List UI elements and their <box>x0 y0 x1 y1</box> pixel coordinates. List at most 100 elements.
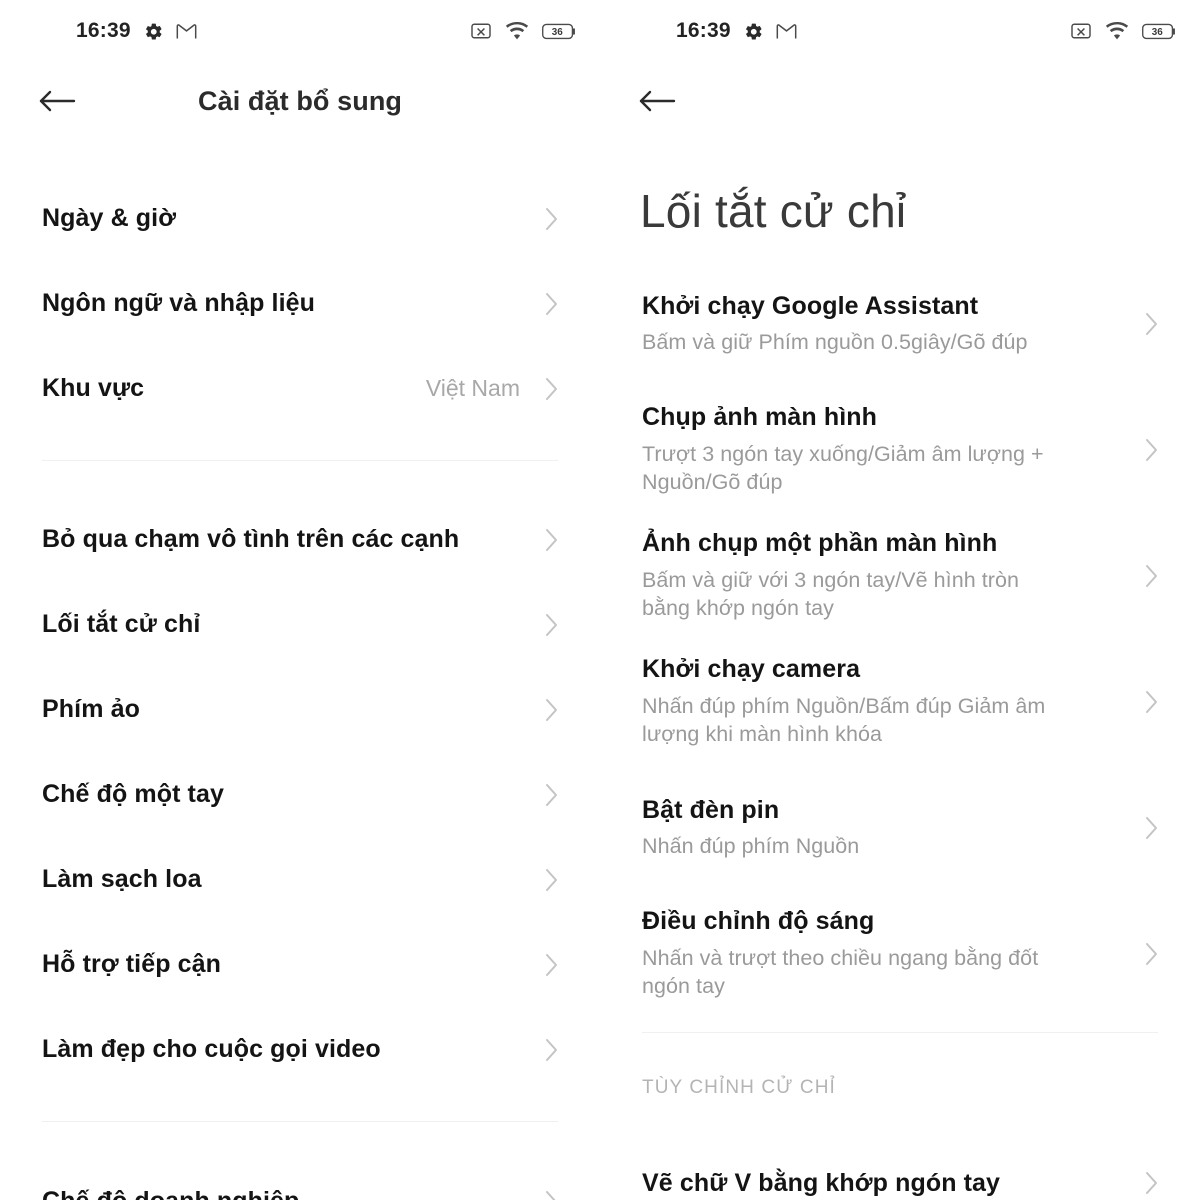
list-item-bo-qua-cham-vo-tinh[interactable]: Bỏ qua chạm vô tình trên các cạnh <box>0 497 600 582</box>
chevron-right-icon <box>538 1189 560 1200</box>
chevron-right-icon <box>1138 1170 1160 1196</box>
back-button[interactable] <box>624 88 690 114</box>
status-bar-clock: 16:39 <box>76 19 131 42</box>
list-item-text: Vẽ chữ V bằng khớp ngón tay <box>642 1168 1138 1199</box>
list-item-title: Bỏ qua chạm vô tình trên các cạnh <box>42 525 460 554</box>
list-item-khoi-chay-google-assistant[interactable]: Khởi chạy Google Assistant Bấm và giữ Ph… <box>600 274 1200 374</box>
list-item-subtitle: Bấm và giữ Phím nguồn 0.5giây/Gõ đúp <box>642 330 1028 355</box>
chevron-right-icon <box>538 612 560 638</box>
section-header-custom-gestures: TÙY CHỈNH CỬ CHỈ <box>642 1076 836 1098</box>
page-title: Cài đặt bổ sung <box>198 85 402 116</box>
list-item-text: Ảnh chụp một phần màn hình Bấm và giữ vớ… <box>642 528 1138 623</box>
list-item-text: Chế độ một tay <box>42 779 538 810</box>
list-item-title: Ảnh chụp một phần màn hình <box>642 529 998 558</box>
chevron-right-icon <box>538 206 560 232</box>
gmail-icon <box>176 23 197 40</box>
list-item-dieu-chinh-do-sang[interactable]: Điều chỉnh độ sáng Nhấn và trượt theo ch… <box>600 904 1200 1004</box>
chevron-right-icon <box>538 782 560 808</box>
status-bar-left-cluster: 16:39 <box>76 19 197 43</box>
list-item-khu-vuc[interactable]: Khu vực Việt Nam <box>0 346 600 431</box>
list-item-khoi-chay-camera[interactable]: Khởi chạy camera Nhấn đúp phím Nguồn/Bấm… <box>600 652 1200 752</box>
app-bar-left: Cài đặt bổ sung <box>0 62 600 140</box>
back-button[interactable] <box>24 88 90 114</box>
list-item-text: Ngày & giờ <box>42 203 538 234</box>
list-item-title: Chụp ảnh màn hình <box>642 403 878 432</box>
battery-level-text: 36 <box>552 27 563 38</box>
list-item-title: Chế độ doanh nghiệp <box>42 1186 538 1200</box>
list-item-title: Ngôn ngữ và nhập liệu <box>42 289 315 318</box>
list-item-phim-ao[interactable]: Phím ảo <box>0 667 600 752</box>
chevron-right-icon <box>1138 689 1160 715</box>
chevron-right-icon <box>538 527 560 553</box>
list-item-title: Làm đẹp cho cuộc gọi video <box>42 1035 381 1064</box>
list-item-che-do-doanh-nghiep[interactable]: Chế độ doanh nghiệp <box>0 1159 600 1200</box>
list-item-text: Chế độ doanh nghiệp <box>42 1186 538 1200</box>
list-item-title: Chế độ một tay <box>42 780 224 809</box>
list-item-ngay-gio[interactable]: Ngày & giờ <box>0 176 600 261</box>
gesture-shortcut-list: Khởi chạy Google Assistant Bấm và giữ Ph… <box>600 237 1200 1200</box>
battery-icon: 36 <box>542 22 578 41</box>
list-item-loi-tat-cu-chi[interactable]: Lối tắt cử chỉ <box>0 582 600 667</box>
list-item-che-do-mot-tay[interactable]: Chế độ một tay <box>0 752 600 837</box>
no-sim-icon <box>1070 22 1092 40</box>
list-item-text: Ngôn ngữ và nhập liệu <box>42 288 538 319</box>
chevron-right-icon <box>538 952 560 978</box>
battery-icon: 36 <box>1142 22 1178 41</box>
list-item-title: Vẽ chữ V bằng khớp ngón tay <box>642 1168 1001 1197</box>
status-bar-clock: 16:39 <box>676 19 731 42</box>
list-item-subtitle: Nhấn đúp phím Nguồn/Bấm đúp Giảm âm lượn… <box>642 693 1046 747</box>
list-item-value: Việt Nam <box>425 375 520 401</box>
wifi-icon <box>1105 21 1129 41</box>
gear-icon <box>743 21 764 42</box>
list-item-text: Điều chỉnh độ sáng Nhấn và trượt theo ch… <box>642 906 1138 1001</box>
status-bar-right-cluster: 36 <box>1070 21 1178 41</box>
chevron-right-icon <box>1138 563 1160 589</box>
list-item-ho-tro-tiep-can[interactable]: Hỗ trợ tiếp cận <box>0 922 600 1007</box>
list-item-anh-chup-mot-phan-man-hinh[interactable]: Ảnh chụp một phần màn hình Bấm và giữ vớ… <box>600 526 1200 626</box>
chevron-right-icon <box>1138 311 1160 337</box>
list-item-text: Bỏ qua chạm vô tình trên các cạnh <box>42 524 538 555</box>
list-item-text: Làm đẹp cho cuộc gọi video <box>42 1034 538 1065</box>
list-item-lam-dep-cuoc-goi-video[interactable]: Làm đẹp cho cuộc gọi video <box>0 1007 600 1092</box>
list-item-text: Khởi chạy camera Nhấn đúp phím Nguồn/Bấm… <box>642 654 1138 749</box>
dual-screenshot-container: 16:39 36 Cài đặt bổ sung Ngày & giờ Ngôn… <box>0 0 1200 1200</box>
list-item-title: Điều chỉnh độ sáng <box>642 907 875 936</box>
app-bar-right <box>600 62 1200 140</box>
list-item-title: Ngày & giờ <box>42 204 177 233</box>
status-bar-left-cluster: 16:39 <box>676 19 797 43</box>
list-item-text: Phím ảo <box>42 694 538 725</box>
list-item-title: Hỗ trợ tiếp cận <box>42 950 222 979</box>
status-bar-right: 16:39 36 <box>600 0 1200 62</box>
page-title-large: Lối tắt cử chỉ <box>640 185 907 237</box>
list-item-title: Khu vực <box>42 374 145 403</box>
list-item-text: Lối tắt cử chỉ <box>42 609 538 640</box>
list-item-text: Khởi chạy Google Assistant Bấm và giữ Ph… <box>642 291 1138 357</box>
list-item-ngon-ngu-nhap-lieu[interactable]: Ngôn ngữ và nhập liệu <box>0 261 600 346</box>
chevron-right-icon <box>538 376 560 402</box>
list-item-text: Hỗ trợ tiếp cận <box>42 949 538 980</box>
list-item-bat-den-pin[interactable]: Bật đèn pin Nhấn đúp phím Nguồn <box>600 778 1200 878</box>
list-item-text: Bật đèn pin Nhấn đúp phím Nguồn <box>642 795 1138 861</box>
battery-level-text: 36 <box>1152 27 1163 38</box>
chevron-right-icon <box>1138 437 1160 463</box>
list-item-chup-anh-man-hinh[interactable]: Chụp ảnh màn hình Trượt 3 ngón tay xuống… <box>600 400 1200 500</box>
right-screen-gesture-shortcuts: 16:39 36 Lối tắt cử chỉ Khởi chạy Google… <box>600 0 1200 1200</box>
list-item-lam-sach-loa[interactable]: Làm sạch loa <box>0 837 600 922</box>
gear-icon <box>143 21 164 42</box>
left-screen-additional-settings: 16:39 36 Cài đặt bổ sung Ngày & giờ Ngôn… <box>0 0 600 1200</box>
list-item-text: Khu vực <box>42 373 426 404</box>
chevron-right-icon <box>538 867 560 893</box>
chevron-right-icon <box>538 291 560 317</box>
list-item-title: Lối tắt cử chỉ <box>42 610 201 639</box>
status-bar-left: 16:39 36 <box>0 0 600 62</box>
list-item-ve-chu-v-bang-khop-ngon-tay[interactable]: Vẽ chữ V bằng khớp ngón tay <box>600 1141 1200 1200</box>
